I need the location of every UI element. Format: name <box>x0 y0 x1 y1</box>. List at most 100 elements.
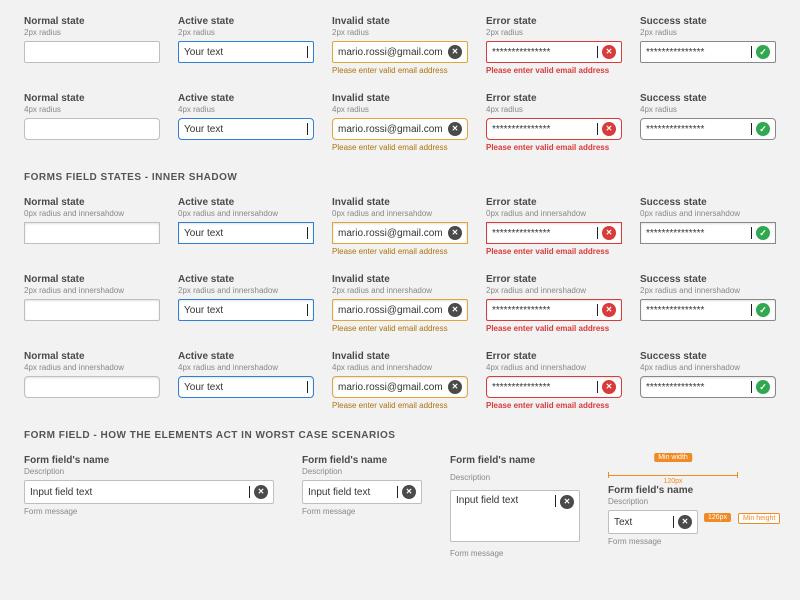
state-label: Error state <box>486 16 622 27</box>
state-sub: 2px radius and innershadow <box>640 286 776 295</box>
error-input[interactable]: *************** <box>486 118 622 140</box>
state-label: Active state <box>178 274 314 285</box>
text-caret <box>751 46 752 58</box>
active-input[interactable]: Your text <box>178 376 314 398</box>
validation-message: Please enter valid email address <box>332 143 468 152</box>
active-input[interactable]: Your text <box>178 118 314 140</box>
active-input[interactable]: Your text <box>178 222 314 244</box>
text-caret <box>751 304 752 316</box>
invalid-input[interactable]: mario.rossi@gmail.com <box>332 299 468 321</box>
worst-case-wide: Form field's name Description Input fiel… <box>24 455 274 516</box>
text-caret <box>249 486 250 498</box>
state-sub: 2px radius <box>24 28 160 37</box>
success-input[interactable]: *************** <box>640 222 776 244</box>
states-row-4px-inner: Normal state 4px radius and innershadow … <box>24 351 776 410</box>
normal-input[interactable] <box>24 376 160 398</box>
text-input[interactable]: Text <box>608 510 698 534</box>
validation-message: Please enter valid email address <box>332 66 468 75</box>
state-label: Success state <box>640 16 776 27</box>
text-caret <box>597 123 598 135</box>
state-sub: 2px radius <box>178 28 314 37</box>
success-input[interactable]: *************** <box>640 118 776 140</box>
error-input[interactable]: *************** <box>486 299 622 321</box>
text-caret <box>597 46 598 58</box>
invalid-input[interactable]: mario.rossi@gmail.com <box>332 118 468 140</box>
text-caret <box>597 304 598 316</box>
worst-case-row: Form field's name Description Input fiel… <box>24 455 776 558</box>
dimension-line <box>608 475 738 476</box>
invalid-input[interactable]: mario.rossi@gmail.com <box>332 222 468 244</box>
input-value: *************** <box>492 382 596 393</box>
error-input[interactable]: *************** <box>486 376 622 398</box>
clear-icon[interactable] <box>448 303 462 317</box>
section-heading-inner-shadow: FORMS FIELD STATES - INNER SHADOW <box>24 172 776 183</box>
normal-input[interactable] <box>24 41 160 63</box>
worst-case-tall: Form field's name Description Input fiel… <box>450 455 580 558</box>
state-sub: 0px radius and innersahdow <box>486 209 622 218</box>
form-message: Form message <box>450 549 580 558</box>
field-description: Description <box>302 467 422 476</box>
state-sub: 4px radius and innershadow <box>178 363 314 372</box>
field-title: Form field's name <box>608 485 738 496</box>
states-row-4px: Normal state 4px radius Active state 4px… <box>24 93 776 152</box>
error-icon <box>602 226 616 240</box>
text-input[interactable]: Input field text <box>302 480 422 504</box>
worst-case-narrow: Form field's name Description Input fiel… <box>302 455 422 516</box>
success-input[interactable]: *************** <box>640 299 776 321</box>
validation-message: Please enter valid email address <box>486 247 622 256</box>
input-value: mario.rossi@gmail.com <box>338 228 444 239</box>
clear-icon[interactable] <box>448 122 462 136</box>
error-input[interactable]: *************** <box>486 41 622 63</box>
invalid-input[interactable]: mario.rossi@gmail.com <box>332 376 468 398</box>
state-label: Active state <box>178 16 314 27</box>
text-caret <box>751 227 752 239</box>
states-row-2px: Normal state 2px radius Active state 2px… <box>24 16 776 75</box>
clear-icon[interactable] <box>560 495 574 509</box>
input-value: *************** <box>646 47 750 58</box>
state-sub: 4px radius and innershadow <box>640 363 776 372</box>
validation-message: Please enter valid email address <box>332 401 468 410</box>
text-input[interactable]: Input field text <box>24 480 274 504</box>
input-value: *************** <box>646 228 750 239</box>
text-caret <box>751 381 752 393</box>
clear-icon[interactable] <box>448 45 462 59</box>
normal-input[interactable] <box>24 118 160 140</box>
active-input[interactable]: Your text <box>178 299 314 321</box>
clear-icon[interactable] <box>448 380 462 394</box>
clear-icon[interactable] <box>678 515 692 529</box>
success-input[interactable]: *************** <box>640 41 776 63</box>
state-sub: 4px radius <box>640 105 776 114</box>
state-label: Error state <box>486 351 622 362</box>
success-icon <box>756 303 770 317</box>
normal-input[interactable] <box>24 299 160 321</box>
state-sub: 2px radius <box>332 28 468 37</box>
states-row-0px-inner: Normal state 0px radius and innersahdow … <box>24 197 776 256</box>
clear-icon[interactable] <box>254 485 268 499</box>
state-label: Normal state <box>24 274 160 285</box>
state-sub: 4px radius and innershadow <box>486 363 622 372</box>
input-value: *************** <box>492 124 596 135</box>
text-input[interactable]: Input field text <box>450 490 580 542</box>
state-label: Success state <box>640 93 776 104</box>
clear-icon[interactable] <box>402 485 416 499</box>
text-caret <box>307 123 308 135</box>
input-value: *************** <box>492 228 596 239</box>
input-value: mario.rossi@gmail.com <box>338 382 444 393</box>
annotation-min-width: Min width <box>654 453 692 462</box>
state-label: Active state <box>178 197 314 208</box>
invalid-input[interactable]: mario.rossi@gmail.com <box>332 41 468 63</box>
field-title: Form field's name <box>450 455 580 466</box>
text-caret <box>555 495 556 507</box>
clear-icon[interactable] <box>448 226 462 240</box>
success-input[interactable]: *************** <box>640 376 776 398</box>
active-input[interactable]: Your text <box>178 41 314 63</box>
error-input[interactable]: *************** <box>486 222 622 244</box>
state-label: Error state <box>486 197 622 208</box>
normal-input[interactable] <box>24 222 160 244</box>
annotation-min-height: Min height <box>738 513 780 524</box>
input-value: *************** <box>646 382 750 393</box>
success-icon <box>756 226 770 240</box>
dimension-tick <box>608 472 609 478</box>
worst-case-min: Min width 120px Form field's name Descri… <box>608 455 738 546</box>
state-sub: 2px radius and innershadow <box>178 286 314 295</box>
